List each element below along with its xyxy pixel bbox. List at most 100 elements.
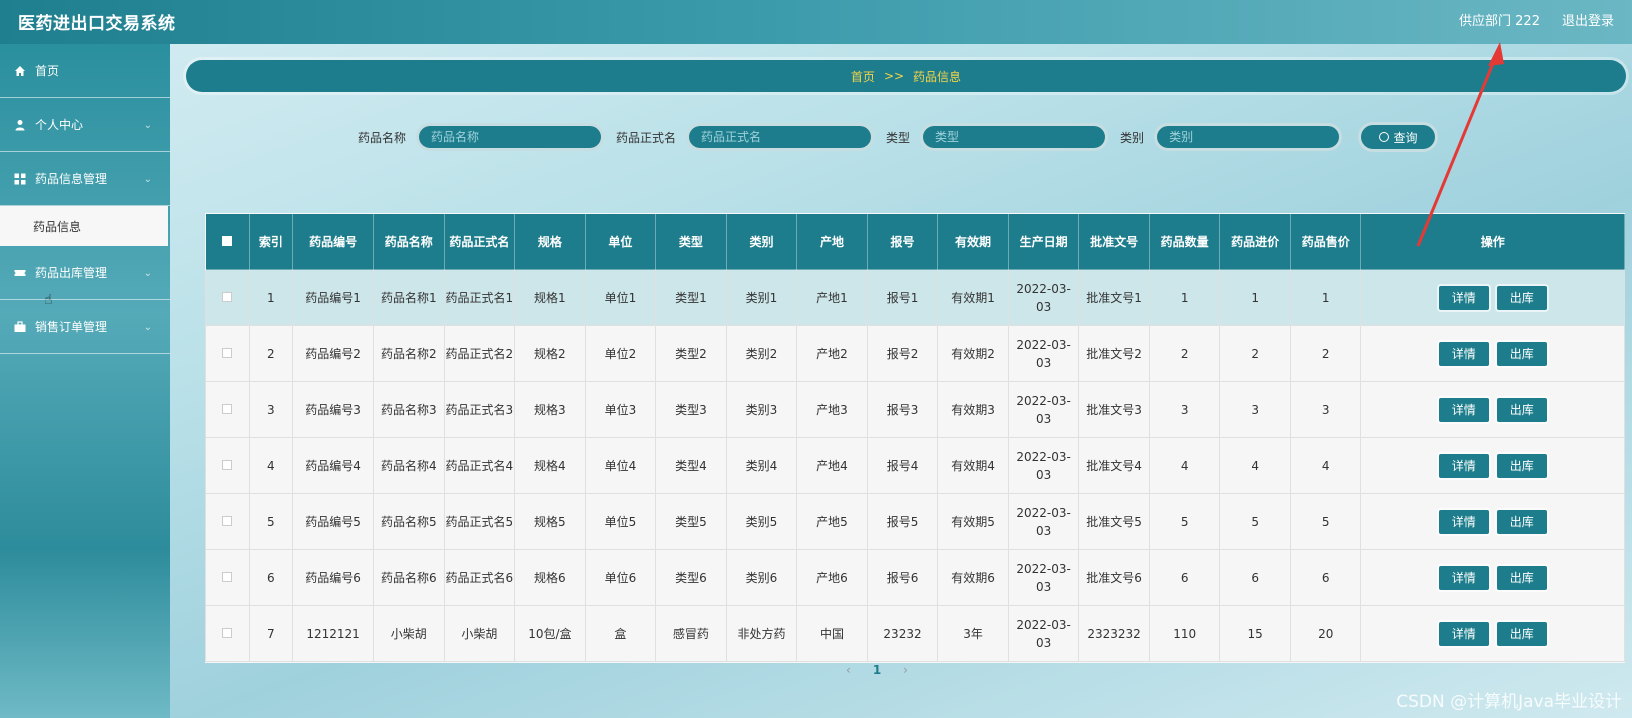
table-cell: 药品名称4 — [373, 437, 445, 494]
row-select-cell[interactable] — [205, 437, 250, 494]
drug-formal-name-input[interactable] — [686, 123, 875, 151]
table-cell: 药品正式名2 — [443, 325, 516, 382]
column-header: 操作 — [1360, 213, 1625, 270]
row-checkbox[interactable] — [222, 403, 233, 414]
logout-link[interactable]: 退出登录 — [1562, 10, 1614, 29]
table-cell: 药品正式名1 — [443, 269, 516, 326]
breadcrumb: 首页 >> 药品信息 — [186, 60, 1626, 92]
breadcrumb-home[interactable]: 首页 — [851, 68, 875, 85]
table-cell: 20 — [1289, 605, 1362, 662]
table-cell: 4 — [1289, 437, 1362, 494]
row-checkbox[interactable] — [222, 515, 233, 526]
detail-button[interactable]: 详情 — [1438, 453, 1489, 478]
table-row: 4 药品编号4 药品名称4 药品正式名4 规格4 单位4 类型4 类别4 产地4 报号4 有效期4 2… — [205, 437, 1625, 494]
table-cell: 7 — [248, 605, 294, 662]
table-cell: 2323232 — [1078, 605, 1150, 662]
sidebar-subitem-drug-info[interactable]: 药品信息 — [0, 206, 168, 246]
page-number[interactable]: 1 — [873, 663, 881, 677]
row-select-cell[interactable] — [205, 549, 250, 606]
home-icon — [14, 65, 26, 77]
row-select-cell[interactable] — [205, 605, 250, 662]
drug-name-input[interactable] — [416, 123, 605, 151]
table-cell: 类别3 — [725, 381, 798, 438]
sidebar-item-home[interactable]: 首页 — [0, 44, 170, 98]
row-select-cell[interactable] — [205, 325, 250, 382]
operation-cell: 详情 出库 — [1360, 381, 1625, 438]
sidebar-item-drug-outbound-management[interactable]: 药品出库管理 ⌄ — [0, 246, 170, 300]
outbound-button[interactable]: 出库 — [1496, 397, 1547, 422]
table-cell: 小柴胡 — [373, 605, 445, 662]
top-header: 医药进出口交易系统 供应部门 222 退出登录 — [0, 0, 1632, 44]
outbound-button[interactable]: 出库 — [1496, 341, 1547, 366]
table-cell: 3 — [1219, 381, 1291, 438]
search-button[interactable]: 查询 — [1358, 122, 1439, 152]
table-cell: 5 — [1219, 493, 1291, 550]
detail-button[interactable]: 详情 — [1438, 621, 1489, 646]
outbound-button[interactable]: 出库 — [1496, 565, 1547, 590]
table-cell: 5 — [248, 493, 294, 550]
sidebar-item-drug-info-management[interactable]: 药品信息管理 ⌄ — [0, 152, 170, 206]
table-cell: 药品正式名4 — [443, 437, 516, 494]
next-page-button[interactable]: › — [903, 663, 908, 677]
sidebar: 首页 个人中心 ⌄ 药品信息管理 ⌄ 药品信息 药品出库管理 ⌄ 销售订单管理 … — [0, 44, 170, 718]
column-header: 生产日期 — [1007, 213, 1080, 270]
table-cell: 批准文号2 — [1078, 325, 1150, 382]
row-checkbox[interactable] — [222, 347, 233, 358]
table-cell: 药品编号2 — [292, 325, 375, 382]
table-row: 5 药品编号5 药品名称5 药品正式名5 规格5 单位5 类型5 类别5 产地5 报号5 有效期5 2… — [205, 493, 1625, 550]
row-checkbox[interactable] — [222, 627, 233, 638]
outbound-button[interactable]: 出库 — [1496, 453, 1547, 478]
column-header: 药品售价 — [1289, 213, 1362, 270]
column-header: 规格 — [514, 213, 586, 270]
detail-button[interactable]: 详情 — [1438, 397, 1489, 422]
table-cell: 批准文号3 — [1078, 381, 1150, 438]
operation-cell: 详情 出库 — [1360, 605, 1625, 662]
sidebar-item-label: 销售订单管理 — [35, 320, 108, 334]
search-icon — [1378, 132, 1389, 142]
table-cell: 产地3 — [796, 381, 868, 438]
outbound-button[interactable]: 出库 — [1496, 285, 1547, 310]
row-checkbox[interactable] — [222, 291, 233, 302]
detail-button[interactable]: 详情 — [1438, 565, 1489, 590]
select-all-cell[interactable] — [205, 213, 250, 270]
table-cell: 批准文号5 — [1078, 493, 1150, 550]
sidebar-item-sales-order-management[interactable]: 销售订单管理 ⌄ — [0, 300, 170, 354]
detail-button[interactable]: 详情 — [1438, 509, 1489, 534]
detail-button[interactable]: 详情 — [1438, 341, 1489, 366]
table-cell: 药品正式名5 — [443, 493, 516, 550]
row-checkbox[interactable] — [222, 571, 233, 582]
type-input[interactable] — [920, 123, 1109, 151]
row-select-cell[interactable] — [205, 381, 250, 438]
sidebar-item-personal-center[interactable]: 个人中心 ⌄ — [0, 98, 170, 152]
table-cell: 产地1 — [796, 269, 868, 326]
table-cell: 药品编号6 — [292, 549, 375, 606]
table-cell: 类别2 — [725, 325, 798, 382]
table-cell: 110 — [1148, 605, 1221, 662]
chevron-down-icon: ⌄ — [143, 120, 152, 131]
row-select-cell[interactable] — [205, 269, 250, 326]
table-cell: 6 — [248, 549, 294, 606]
table-cell: 类别6 — [725, 549, 798, 606]
table-cell: 类型3 — [655, 381, 727, 438]
table-cell: 1 — [248, 269, 294, 326]
table-cell: 报号2 — [866, 325, 939, 382]
select-all-checkbox[interactable] — [222, 235, 233, 246]
table-cell: 3 — [1148, 381, 1221, 438]
table-row: 1 药品编号1 药品名称1 药品正式名1 规格1 单位1 类型1 类别1 产地1 报号1 有效期1 2… — [205, 269, 1625, 326]
table-cell: 15 — [1219, 605, 1291, 662]
table-body: 1 药品编号1 药品名称1 药品正式名1 规格1 单位1 类型1 类别1 产地1 报号1 有效期1 2… — [205, 269, 1625, 662]
row-select-cell[interactable] — [205, 493, 250, 550]
prev-page-button[interactable]: ‹ — [846, 663, 851, 677]
detail-button[interactable]: 详情 — [1438, 285, 1489, 310]
row-checkbox[interactable] — [222, 459, 233, 470]
table-cell: 批准文号4 — [1078, 437, 1150, 494]
operation-cell: 详情 出库 — [1360, 493, 1625, 550]
user-icon — [14, 119, 26, 131]
table-cell: 2022-03-03 — [1007, 493, 1080, 550]
table-cell: 报号1 — [866, 269, 939, 326]
current-user-label[interactable]: 供应部门 222 — [1459, 10, 1540, 29]
outbound-button[interactable]: 出库 — [1496, 509, 1547, 534]
outbound-button[interactable]: 出库 — [1496, 621, 1547, 646]
table-cell: 规格1 — [514, 269, 586, 326]
category-input[interactable] — [1154, 123, 1343, 151]
